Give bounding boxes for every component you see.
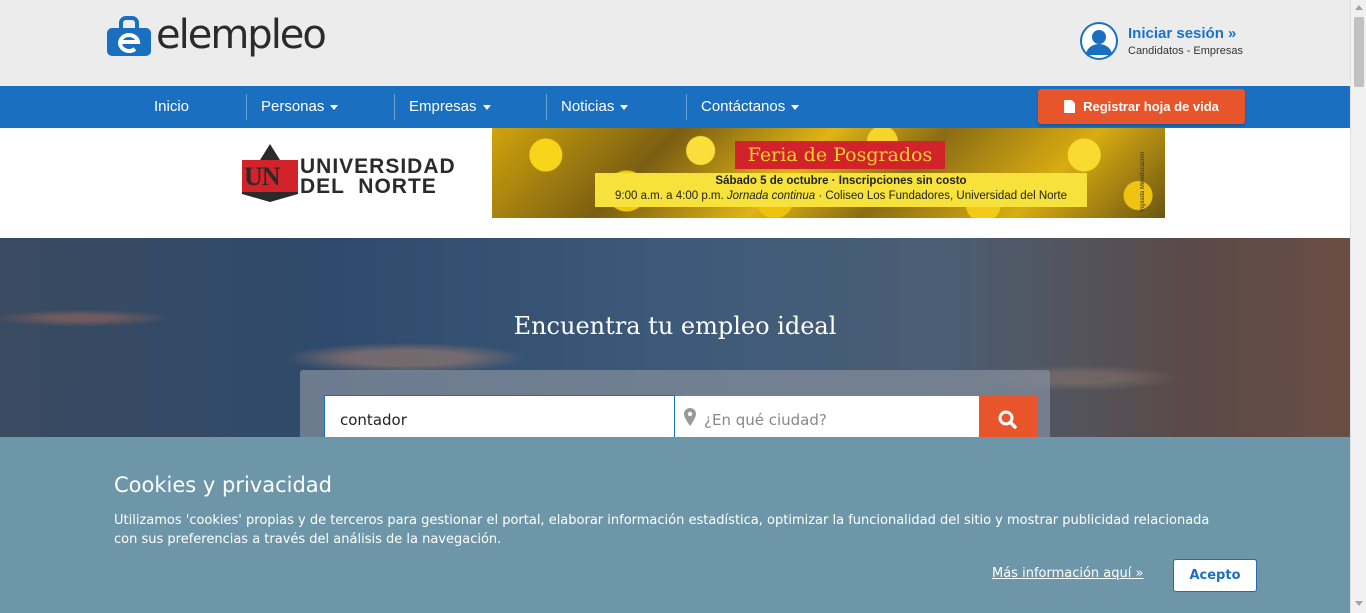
login-link[interactable]: Iniciar sesión »: [1128, 25, 1243, 42]
nav-item-label: Noticias: [561, 98, 615, 115]
caret-down-icon: [620, 104, 629, 110]
cookie-title: Cookies y privacidad: [114, 473, 332, 497]
ad-side-text: Vigilada Mineducación: [1140, 152, 1146, 212]
ad-line-2-prefix: 9:00 a.m. a 4:00 p.m.: [615, 190, 727, 202]
logo-text: elempleo: [156, 12, 327, 58]
login-area[interactable]: Iniciar sesión » Candidatos - Empresas: [1080, 22, 1243, 60]
nav-item-empresas[interactable]: Empresas: [395, 94, 505, 120]
nav-item-label: Empresas: [409, 98, 477, 115]
register-cv-label: Registrar hoja de vida: [1083, 99, 1219, 114]
location-pin-icon: [684, 408, 696, 426]
nav-item-inicio[interactable]: Inicio: [140, 94, 203, 120]
ad-info-box: Sábado 5 de octubre · Inscripciones sin …: [595, 173, 1087, 207]
hero-title: Encuentra tu empleo ideal: [513, 312, 837, 340]
scroll-thumb[interactable]: [1354, 17, 1364, 87]
nav-item-contactanos[interactable]: Contáctanos: [687, 94, 813, 120]
ad-title: Feria de Posgrados: [735, 141, 945, 169]
university-name: UNIVERSIDAD DEL NORTE: [300, 155, 456, 198]
nav-item-noticias[interactable]: Noticias: [547, 94, 642, 120]
document-icon: [1064, 100, 1076, 113]
site-header: elempleo Iniciar sesión » Candidatos - E…: [0, 0, 1350, 86]
login-subtitle: Candidatos - Empresas: [1128, 45, 1243, 57]
university-name-line2: DEL NORTE: [300, 175, 437, 198]
user-avatar-icon[interactable]: [1080, 22, 1118, 60]
elempleo-logo[interactable]: elempleo: [105, 12, 327, 58]
university-name-line1: UNIVERSIDAD: [300, 155, 456, 178]
logo-mark-icon: [105, 16, 153, 58]
scroll-up-arrow-icon[interactable]: [1355, 5, 1363, 10]
nav-item-label: Personas: [261, 98, 325, 115]
more-info-link[interactable]: Más información aquí »: [992, 566, 1143, 581]
city-placeholder: ¿En qué ciudad?: [704, 411, 827, 429]
register-cv-button[interactable]: Registrar hoja de vida: [1038, 89, 1245, 124]
un-mark: UN: [244, 162, 281, 191]
caret-down-icon: [791, 104, 800, 110]
ad-line-2-italic: Jornada continua: [726, 190, 816, 202]
nav-item-label: Inicio: [154, 98, 190, 115]
nav-item-label: Contáctanos: [701, 98, 786, 115]
ad-line-1: Sábado 5 de octubre · Inscripciones sin …: [715, 175, 967, 187]
cookie-body: Utilizamos 'cookies' propias y de tercer…: [114, 513, 1210, 547]
ad-line-2: 9:00 a.m. a 4:00 p.m. Jornada continua ·…: [595, 190, 1087, 202]
nav-item-personas[interactable]: Personas: [247, 94, 352, 120]
page-scrollbar[interactable]: [1350, 0, 1366, 613]
accept-cookies-button[interactable]: Acepto: [1173, 559, 1257, 592]
caret-down-icon: [330, 104, 339, 110]
scroll-down-arrow-icon[interactable]: [1355, 601, 1363, 606]
caret-down-icon: [482, 104, 491, 110]
ad-line-2-suffix: · Coliseo Los Fundadores, Universidad de…: [815, 190, 1067, 202]
